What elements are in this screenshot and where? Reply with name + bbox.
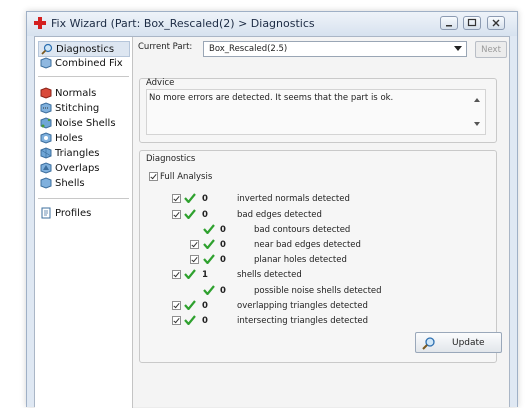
profiles-icon bbox=[41, 207, 51, 219]
sidebar-item-holes[interactable]: Holes bbox=[38, 131, 85, 145]
row-label: inverted normals detected bbox=[237, 194, 350, 204]
row-label: shells detected bbox=[237, 270, 302, 280]
sidebar-item-normals[interactable]: Normals bbox=[38, 86, 98, 100]
combined-fix-icon bbox=[40, 57, 52, 69]
noise-shells-icon bbox=[40, 117, 52, 129]
row-checkbox[interactable] bbox=[172, 210, 181, 219]
row-count: 0 bbox=[202, 194, 208, 204]
magnifier-icon bbox=[422, 337, 435, 350]
window-title: Fix Wizard (Part: Box_Rescaled(2) > Diag… bbox=[51, 17, 315, 30]
row-count: 0 bbox=[220, 240, 226, 250]
sidebar-item-label: Shells bbox=[55, 177, 85, 189]
check-mark-icon bbox=[184, 193, 196, 203]
close-button[interactable] bbox=[487, 16, 505, 30]
check-mark-icon bbox=[203, 224, 215, 234]
maximize-icon bbox=[467, 18, 477, 27]
diagnostics-title: Diagnostics bbox=[146, 154, 196, 164]
sidebar-item-noise-shells[interactable]: Noise Shells bbox=[38, 116, 118, 130]
sidebar-item-profiles[interactable]: Profiles bbox=[38, 206, 93, 220]
update-label: Update bbox=[452, 338, 485, 348]
chevron-down-icon bbox=[454, 46, 462, 51]
advice-text: No more errors are detected. It seems th… bbox=[149, 93, 394, 103]
wizard-content: Diagnostics Combined Fix Normals Stitchi… bbox=[34, 36, 510, 408]
check-mark-icon bbox=[184, 300, 196, 310]
scroll-down-arrow-icon[interactable] bbox=[474, 122, 480, 126]
row-count: 0 bbox=[202, 316, 208, 326]
minimize-icon bbox=[446, 25, 452, 27]
advice-text-box: No more errors are detected. It seems th… bbox=[146, 89, 486, 135]
check-mark-icon bbox=[184, 209, 196, 219]
row-checkbox[interactable] bbox=[172, 194, 181, 203]
row-count: 0 bbox=[220, 225, 226, 235]
row-label: intersecting triangles detected bbox=[237, 316, 369, 326]
sidebar-item-triangles[interactable]: Triangles bbox=[38, 146, 101, 160]
sidebar-item-diagnostics[interactable]: Diagnostics bbox=[38, 41, 130, 57]
maximize-button[interactable] bbox=[463, 16, 481, 30]
row-label: bad edges detected bbox=[237, 210, 322, 220]
sidebar-item-label: Holes bbox=[55, 132, 83, 144]
sidebar-item-label: Overlaps bbox=[55, 162, 100, 174]
row-label: bad contours detected bbox=[254, 225, 351, 235]
red-cross-icon bbox=[34, 17, 46, 29]
row-checkbox[interactable] bbox=[172, 301, 181, 310]
normals-icon bbox=[40, 87, 52, 99]
row-checkbox[interactable] bbox=[172, 316, 181, 325]
sidebar-item-label: Triangles bbox=[55, 147, 100, 159]
row-checkbox[interactable] bbox=[190, 255, 199, 264]
row-count: 0 bbox=[202, 210, 208, 220]
sidebar-item-overlaps[interactable]: Overlaps bbox=[38, 161, 102, 175]
diagnostics-panel: Diagnostics Full Analysis 0 inverted nor… bbox=[139, 150, 502, 363]
check-mark-icon bbox=[203, 254, 215, 264]
sidebar-item-label: Normals bbox=[55, 87, 97, 99]
holes-icon bbox=[40, 132, 52, 144]
row-label: overlapping triangles detected bbox=[237, 301, 368, 311]
full-analysis-label: Full Analysis bbox=[160, 172, 213, 182]
update-button[interactable]: Update bbox=[415, 332, 502, 353]
sidebar-item-label: Stitching bbox=[55, 102, 100, 114]
magnifier-icon bbox=[41, 43, 53, 55]
sidebar-item-label: Combined Fix bbox=[55, 57, 123, 69]
advice-panel: Advice No more errors are detected. It s… bbox=[139, 78, 497, 143]
current-part-label: Current Part: bbox=[138, 42, 193, 52]
current-part-select[interactable]: Box_Rescaled(2.5) bbox=[203, 41, 467, 57]
minimize-button[interactable] bbox=[440, 16, 458, 30]
sidebar-divider bbox=[38, 76, 129, 77]
check-mark-icon bbox=[184, 315, 196, 325]
full-analysis-checkbox[interactable] bbox=[149, 172, 158, 181]
next-button[interactable]: Next bbox=[475, 41, 507, 58]
stitching-icon bbox=[40, 102, 52, 114]
row-label: near bad edges detected bbox=[254, 240, 361, 250]
overlaps-icon bbox=[40, 162, 52, 174]
shells-icon bbox=[40, 177, 52, 189]
sidebar-item-shells[interactable]: Shells bbox=[38, 176, 87, 190]
fix-wizard-window: Fix Wizard (Part: Box_Rescaled(2) > Diag… bbox=[26, 11, 518, 408]
row-label: planar holes detected bbox=[254, 255, 347, 265]
check-mark-icon bbox=[203, 239, 215, 249]
row-count: 0 bbox=[220, 286, 226, 296]
row-checkbox[interactable] bbox=[190, 240, 199, 249]
row-checkbox[interactable] bbox=[172, 270, 181, 279]
sidebar-item-label: Noise Shells bbox=[55, 117, 116, 129]
current-part-value: Box_Rescaled(2.5) bbox=[209, 44, 288, 54]
sidebar-item-stitching[interactable]: Stitching bbox=[38, 101, 101, 115]
scroll-up-arrow-icon[interactable] bbox=[474, 98, 480, 102]
sidebar-divider bbox=[38, 198, 129, 199]
close-icon bbox=[492, 19, 500, 27]
triangles-icon bbox=[40, 147, 52, 159]
sidebar: Diagnostics Combined Fix Normals Stitchi… bbox=[35, 37, 133, 408]
row-count: 1 bbox=[202, 270, 208, 280]
sidebar-item-combined-fix[interactable]: Combined Fix bbox=[38, 56, 125, 70]
check-mark-icon bbox=[184, 269, 196, 279]
title-bar: Fix Wizard (Part: Box_Rescaled(2) > Diag… bbox=[27, 12, 517, 36]
sidebar-item-label: Profiles bbox=[55, 207, 92, 219]
sidebar-item-label: Diagnostics bbox=[56, 43, 115, 55]
row-count: 0 bbox=[220, 255, 226, 265]
advice-title: Advice bbox=[146, 78, 175, 88]
row-count: 0 bbox=[202, 301, 208, 311]
row-label: possible noise shells detected bbox=[254, 286, 382, 296]
check-mark-icon bbox=[203, 285, 215, 295]
